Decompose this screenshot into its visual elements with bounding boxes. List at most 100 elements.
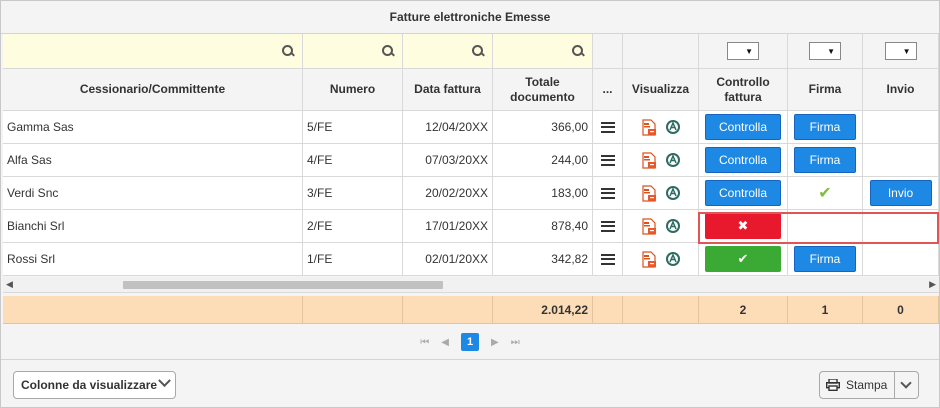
header-firma: Firma [788, 69, 863, 111]
next-page-icon[interactable]: ▶ [491, 337, 499, 348]
invoice-document-icon[interactable] [641, 118, 657, 136]
menu-icon[interactable] [600, 154, 615, 166]
controlla-button[interactable]: Controlla [705, 147, 781, 173]
menu-icon[interactable] [600, 187, 615, 199]
invoice-grid-panel: Fatture elettroniche Emesse ▼ ▼ ▼ Cessio… [0, 0, 940, 408]
header-more[interactable]: ... [593, 69, 623, 111]
sdi-status-icon[interactable] [665, 119, 681, 135]
chevron-down-icon [158, 374, 171, 388]
invoice-document-icon[interactable] [641, 217, 657, 235]
total-empty [403, 296, 493, 324]
menu-icon[interactable] [600, 121, 615, 133]
sdi-status-icon[interactable] [665, 185, 681, 201]
cell-numero: 3/FE [303, 177, 403, 210]
firma-button[interactable]: Firma [794, 246, 856, 272]
controlla-button[interactable]: Controlla [705, 114, 781, 140]
scroll-right-icon[interactable]: ▶ [929, 279, 936, 290]
filter-data[interactable] [403, 34, 493, 69]
firma-button[interactable]: Firma [794, 114, 856, 140]
header-invio: Invio [863, 69, 939, 111]
columns-dropdown-button[interactable]: Colonne da visualizzare [13, 371, 176, 399]
search-icon[interactable] [382, 45, 394, 57]
row-menu[interactable] [593, 111, 623, 144]
menu-icon[interactable] [600, 220, 615, 232]
prev-page-icon[interactable]: ◀ [441, 337, 449, 348]
cell-controllo: Controlla [699, 177, 788, 210]
total-controllo-count: 2 [699, 296, 788, 324]
total-empty [623, 296, 699, 324]
cell-invio: Invio [863, 177, 939, 210]
print-options-dropdown[interactable] [895, 371, 919, 399]
control-failed-button[interactable]: ✖ [705, 213, 781, 239]
row-menu[interactable] [593, 144, 623, 177]
chevron-down-icon: ▼ [902, 46, 911, 56]
search-icon[interactable] [472, 45, 484, 57]
table-row[interactable]: Alfa Sas 4/FE 07/03/20XX 244,00 Controll… [3, 144, 939, 177]
chevron-down-icon: ▼ [745, 46, 753, 56]
pagination: ⏮ ◀ 1 ▶ ⏭ [1, 325, 939, 359]
total-empty [3, 296, 303, 324]
table-row[interactable]: Bianchi Srl 2/FE 17/01/20XX 878,40 ✖ [3, 210, 939, 243]
sdi-status-icon[interactable] [665, 152, 681, 168]
total-empty [593, 296, 623, 324]
header-data[interactable]: Data fattura [403, 69, 493, 111]
invoice-document-icon[interactable] [641, 184, 657, 202]
filter-totale[interactable] [493, 34, 593, 69]
firma-filter-select[interactable]: ▼ [809, 42, 841, 60]
cell-firma: Firma [788, 111, 863, 144]
cell-invio [863, 144, 939, 177]
cell-numero: 4/FE [303, 144, 403, 177]
scroll-left-icon[interactable]: ◀ [6, 279, 13, 290]
cell-data: 20/02/20XX [403, 177, 493, 210]
invoice-document-icon[interactable] [641, 151, 657, 169]
row-menu[interactable] [593, 210, 623, 243]
horizontal-scrollbar[interactable]: ◀ ▶ [3, 277, 939, 293]
table-row[interactable]: Rossi Srl 1/FE 02/01/20XX 342,82 ✔ Firma [3, 243, 939, 276]
invio-button[interactable]: Invio [869, 180, 932, 206]
printer-icon [826, 379, 840, 391]
row-menu[interactable] [593, 177, 623, 210]
filter-firma: ▼ [788, 34, 863, 69]
total-firma-count: 1 [788, 296, 863, 324]
invio-filter-select[interactable]: ▼ [884, 42, 917, 60]
cell-visualizza [623, 144, 699, 177]
print-button[interactable]: Stampa [819, 371, 895, 399]
header-numero[interactable]: Numero [303, 69, 403, 111]
sdi-status-icon[interactable] [665, 218, 681, 234]
scrollbar-thumb[interactable] [123, 281, 443, 289]
search-icon[interactable] [572, 45, 584, 57]
cell-visualizza [623, 177, 699, 210]
table-row[interactable]: Verdi Snc 3/FE 20/02/20XX 183,00 Control… [3, 177, 939, 210]
row-menu[interactable] [593, 243, 623, 276]
first-page-icon[interactable]: ⏮ [420, 337, 429, 348]
cell-firma: Firma [788, 144, 863, 177]
firma-button[interactable]: Firma [794, 147, 856, 173]
cell-controllo: ✔ [699, 243, 788, 276]
grid-title: Fatture elettroniche Emesse [1, 1, 939, 34]
last-page-icon[interactable]: ⏭ [511, 337, 520, 348]
header-cessionario[interactable]: Cessionario/Committente [3, 69, 303, 111]
filter-cessionario[interactable] [3, 34, 303, 69]
header-totale[interactable]: Totale documento [493, 69, 593, 111]
controllo-filter-select[interactable]: ▼ [727, 42, 759, 60]
invoice-document-icon[interactable] [641, 250, 657, 268]
page-number-current[interactable]: 1 [461, 333, 479, 351]
cell-visualizza [623, 111, 699, 144]
total-empty [303, 296, 403, 324]
cell-firma: ✔ [788, 177, 863, 210]
controlla-button[interactable]: Controlla [705, 180, 781, 206]
total-invio-count: 0 [863, 296, 939, 324]
filter-numero[interactable] [303, 34, 403, 69]
total-amount: 2.014,22 [493, 296, 593, 324]
cell-totale: 878,40 [493, 210, 593, 243]
check-icon: ✔ [818, 185, 832, 202]
search-icon[interactable] [282, 45, 294, 57]
sdi-status-icon[interactable] [665, 251, 681, 267]
control-passed-button[interactable]: ✔ [705, 246, 781, 272]
menu-icon[interactable] [600, 253, 615, 265]
table-row[interactable]: Gamma Sas 5/FE 12/04/20XX 366,00 Control… [3, 111, 939, 144]
cell-totale: 366,00 [493, 111, 593, 144]
cell-visualizza [623, 243, 699, 276]
cell-numero: 2/FE [303, 210, 403, 243]
filter-more-empty [593, 34, 623, 69]
